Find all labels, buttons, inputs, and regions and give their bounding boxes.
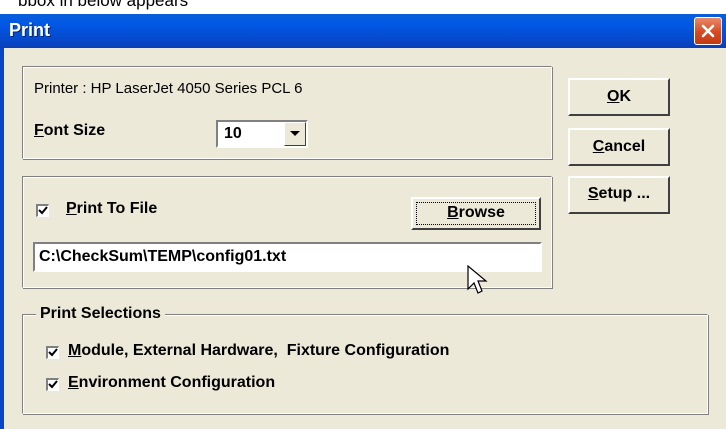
check-icon [38, 206, 48, 215]
module-config-checkbox[interactable] [46, 346, 59, 359]
output-path-input[interactable] [39, 247, 534, 267]
check-icon [48, 380, 58, 389]
title-bar[interactable]: Print [0, 14, 726, 48]
check-icon [48, 348, 58, 357]
window-left-border [0, 48, 4, 429]
background-window-strip: bbox in below appears [0, 0, 726, 14]
window-title: Print [9, 20, 51, 40]
print-selections-title: Print Selections [36, 305, 165, 323]
print-to-file-label[interactable]: Print To File [66, 200, 157, 218]
font-size-label: Font Size [34, 122, 106, 139]
triangle-down-icon [290, 131, 300, 136]
setup-button[interactable]: Setup ... [568, 176, 670, 214]
cancel-button[interactable]: Cancel [568, 128, 670, 166]
browse-button[interactable]: Browse [411, 197, 541, 230]
environment-config-checkbox[interactable] [46, 378, 59, 391]
print-dialog: Print Printer : HP LaserJet 4050 Series … [0, 14, 726, 429]
font-size-value: 10 [224, 125, 242, 142]
background-text: bbox in below appears [18, 0, 189, 10]
module-config-label[interactable]: Module, External Hardware, Fixture Confi… [68, 342, 449, 360]
close-button[interactable] [694, 17, 722, 45]
printer-label: Printer : HP LaserJet 4050 Series PCL 6 [34, 80, 303, 97]
close-x-icon [701, 24, 715, 38]
print-to-file-checkbox[interactable] [36, 204, 49, 217]
output-path-field[interactable] [33, 242, 542, 272]
print-selections-group [22, 314, 708, 414]
font-size-select[interactable]: 10 [216, 120, 308, 148]
font-size-dropdown-button[interactable] [284, 122, 306, 146]
arrow-cursor-icon [467, 265, 488, 294]
environment-config-label[interactable]: Environment Configuration [68, 374, 275, 392]
ok-button[interactable]: OK [568, 78, 670, 116]
